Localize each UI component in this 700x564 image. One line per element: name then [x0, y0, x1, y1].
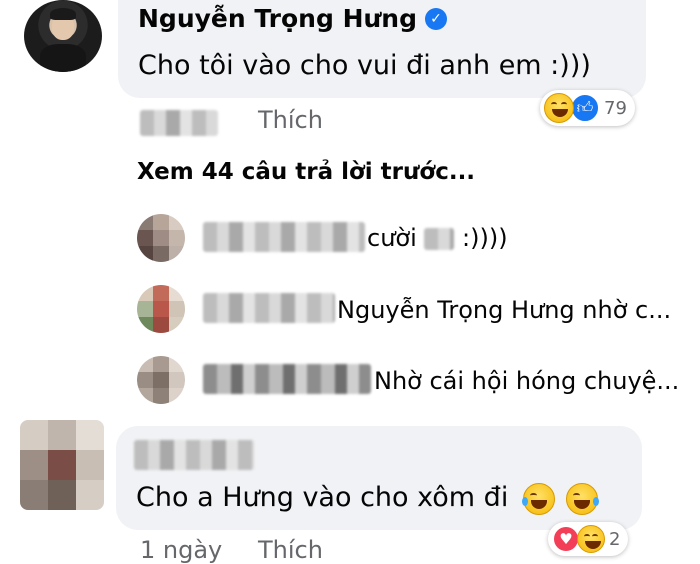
comment-text: Cho tôi vào cho vui đi anh em :))) — [138, 50, 591, 81]
laugh-emoji-icon — [544, 93, 574, 123]
view-previous-replies[interactable]: Xem 44 câu trả lời trước... — [137, 159, 475, 185]
avatar[interactable] — [24, 0, 102, 72]
like-icon: 👍︎ — [570, 93, 600, 123]
laugh-emoji-icon — [565, 482, 599, 515]
reaction-summary[interactable]: 👍︎ 79 — [540, 90, 635, 126]
reply-text: Nhờ cái hội hóng chuyệ... — [374, 367, 680, 395]
comment-bubble: Nguyễn Trọng Hưng ✓ Cho tôi vào cho vui … — [118, 0, 646, 98]
blurred-reply-author — [203, 364, 371, 394]
avatar[interactable] — [137, 214, 185, 262]
comment-author[interactable]: Nguyễn Trọng Hưng — [138, 4, 417, 33]
blurred-reply-author — [203, 222, 365, 252]
reply-text: cười :)))) — [367, 224, 508, 252]
comment-bubble: Cho a Hưng vào cho xôm đi — [116, 426, 642, 530]
laugh-emoji-icon — [577, 525, 605, 553]
reply-text: Nguyễn Trọng Hưng nhờ c... — [337, 296, 672, 324]
verified-badge-icon: ✓ — [425, 7, 447, 30]
heart-icon: ♥ — [552, 525, 580, 553]
reaction-count: 79 — [604, 97, 627, 119]
comment-text: Cho a Hưng vào cho xôm đi — [136, 482, 599, 515]
reaction-summary[interactable]: ♥ 2 — [548, 522, 629, 556]
avatar[interactable] — [20, 420, 104, 510]
laugh-emoji-icon — [521, 482, 555, 515]
blurred-comment-author — [134, 440, 254, 470]
reaction-count: 2 — [609, 528, 621, 550]
avatar[interactable] — [137, 356, 185, 404]
like-link[interactable]: Thích — [258, 106, 323, 134]
like-link[interactable]: Thích — [258, 536, 323, 564]
avatar[interactable] — [137, 285, 185, 333]
blurred-timestamp — [140, 110, 218, 136]
blurred-reply-author — [203, 293, 335, 323]
comment-time[interactable]: 1 ngày — [140, 536, 222, 564]
